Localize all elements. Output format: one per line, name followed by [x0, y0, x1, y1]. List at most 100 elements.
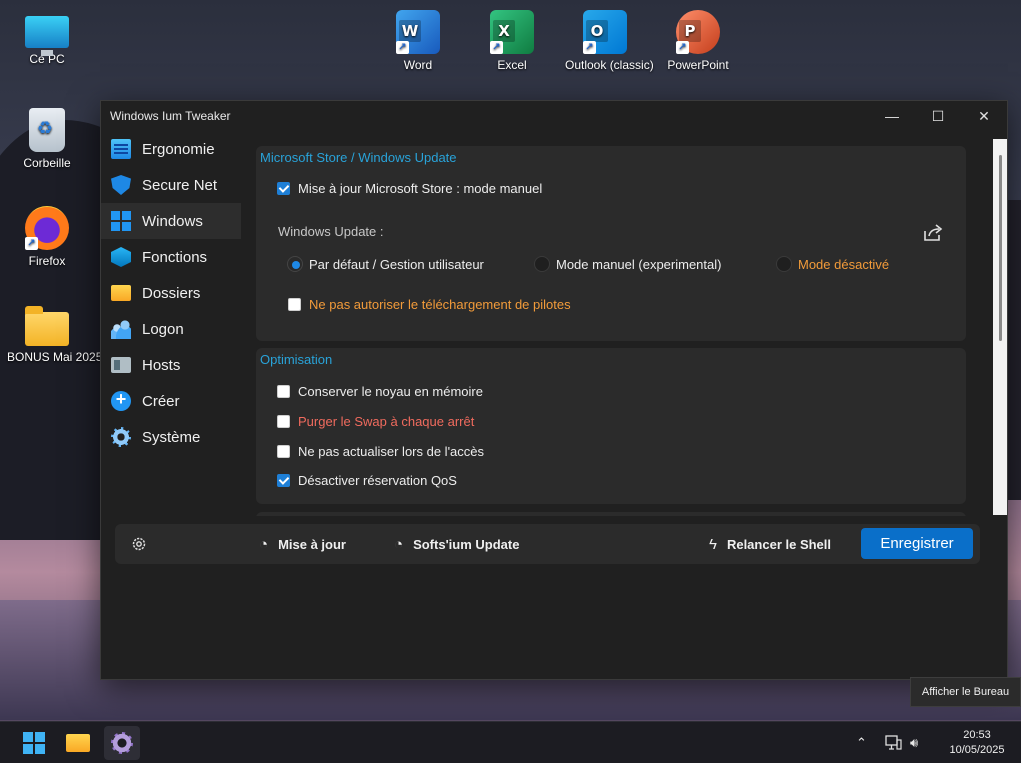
wu-option-default[interactable]: Par défaut / Gestion utilisateur	[287, 256, 484, 272]
section-title: Microsoft Store / Windows Update	[260, 150, 457, 165]
network-button[interactable]	[884, 722, 902, 763]
taskbar: ⌃ 🔊︎ 20:53 10/05/2025	[0, 721, 1021, 763]
store-manual-option[interactable]: Mise à jour Microsoft Store : mode manue…	[277, 181, 542, 196]
recycle-bin-icon: ♻	[29, 108, 65, 152]
windows-update-label: Windows Update :	[278, 224, 384, 239]
excel-icon: X ↗	[490, 10, 534, 54]
powerpoint-icon: P ↗	[676, 10, 720, 54]
desktop-icon-ce-pc[interactable]: Ce PC	[7, 10, 87, 66]
sidebar-item-label: Ergonomie	[142, 140, 215, 158]
sidebar-item-dossiers[interactable]: Dossiers	[101, 275, 241, 311]
desktop-icon-label: Corbeille	[23, 156, 71, 170]
minimize-button[interactable]: —	[869, 101, 915, 131]
maximize-button[interactable]: ☐	[915, 101, 961, 131]
clock-time: 20:53	[963, 729, 991, 741]
clock-date: 10/05/2025	[949, 744, 1005, 756]
desktop-icon-excel[interactable]: X ↗ Excel	[472, 10, 552, 72]
desktop-icon-bonus-folder[interactable]: BONUS Mai 2025	[7, 304, 102, 364]
desktop-icon-firefox[interactable]: ↗ Firefox	[7, 206, 87, 268]
wu-option-disabled[interactable]: Mode désactivé	[776, 256, 889, 272]
option-label: Purger le Swap à chaque arrêt	[298, 414, 475, 429]
ergonomie-icon	[111, 139, 131, 159]
optimisation-panel: Optimisation Conserver le noyau en mémoi…	[256, 348, 966, 504]
settings-content: Microsoft Store / Windows Update Mise à …	[256, 146, 966, 516]
sidebar-item-label: Fonctions	[142, 248, 208, 266]
volume-button[interactable]: 🔊︎	[910, 722, 918, 763]
update-clock-icon: ◔	[259, 535, 269, 553]
option-label: Mode désactivé	[798, 256, 890, 272]
window-title: Windows Ium Tweaker	[110, 109, 231, 123]
desktop-icon-powerpoint[interactable]: P ↗ PowerPoint	[658, 10, 738, 72]
keep-kernel-checkbox[interactable]	[277, 385, 290, 398]
option-label: Mode manuel (experimental)	[556, 256, 722, 272]
keep-kernel-option[interactable]: Conserver le noyau en mémoire	[277, 384, 483, 399]
desktop-icon-outlook[interactable]: O ↗ Outlook (classic)	[565, 10, 654, 72]
save-button[interactable]: Enregistrer	[861, 528, 973, 559]
option-label: Conserver le noyau en mémoire	[298, 384, 483, 399]
action-footer: ◔ Mise à jour ◔ Softs'ium Update ϟ Relan…	[115, 524, 980, 564]
no-drivers-option[interactable]: Ne pas autoriser le téléchargement de pi…	[288, 297, 571, 312]
sidebar-item-logon[interactable]: Logon	[101, 311, 241, 347]
taskbar-clock[interactable]: 20:53 10/05/2025	[942, 728, 1012, 758]
sidebar-item-ergonomie[interactable]: Ergonomie	[101, 131, 241, 167]
folder-icon	[66, 734, 90, 752]
folder-icon	[25, 306, 69, 346]
show-hidden-icons-button[interactable]: ⌃	[856, 722, 867, 763]
option-label: Par défaut / Gestion utilisateur	[309, 256, 484, 272]
sidebar-item-fonctions[interactable]: Fonctions	[101, 239, 241, 275]
close-button[interactable]: ✕	[961, 101, 1007, 131]
option-label: Ne pas actualiser lors de l'accès	[298, 444, 485, 459]
desktop-icon-word[interactable]: W ↗ Word	[378, 10, 458, 72]
option-label: Désactiver réservation QoS	[298, 473, 457, 488]
no-access-update-checkbox[interactable]	[277, 445, 290, 458]
update-clock-icon: ◔	[394, 535, 404, 553]
scrollbar-thumb[interactable]	[999, 155, 1002, 341]
disable-qos-option[interactable]: Désactiver réservation QoS	[277, 473, 457, 488]
next-panel-partial	[256, 512, 966, 516]
sidebar-item-label: Secure Net	[142, 176, 218, 194]
restart-shell-label: Relancer le Shell	[726, 536, 832, 552]
tweaker-window: Windows Ium Tweaker — ☐ ✕ Ergonomie Secu…	[100, 100, 1008, 680]
section-title: Optimisation	[260, 352, 333, 367]
sidebar-item-label: Créer	[142, 392, 180, 410]
sidebar-item-hosts[interactable]: Hosts	[101, 347, 241, 383]
window-titlebar[interactable]: Windows Ium Tweaker — ☐ ✕	[101, 101, 1007, 131]
firefox-icon: ↗	[25, 206, 69, 250]
no-access-update-option[interactable]: Ne pas actualiser lors de l'accès	[277, 444, 484, 459]
wu-radio-disabled[interactable]	[776, 256, 792, 272]
plus-circle-icon	[111, 389, 131, 411]
chevron-up-icon: ⌃	[856, 735, 867, 751]
taskbar-tweaker-app[interactable]	[104, 726, 140, 760]
sidebar-item-label: Windows	[142, 212, 203, 230]
windows-logo-icon	[111, 211, 131, 231]
folder-icon	[111, 285, 131, 301]
share-icon[interactable]	[922, 223, 944, 243]
gear-icon	[132, 537, 146, 551]
wu-radio-default[interactable]	[287, 256, 303, 272]
gear-icon	[111, 732, 133, 754]
wu-radio-manual[interactable]	[534, 256, 550, 272]
sidebar-item-windows[interactable]: Windows	[101, 203, 241, 239]
content-scrollbar[interactable]	[993, 139, 1007, 515]
update-label: Mise à jour	[278, 536, 346, 552]
store-manual-checkbox[interactable]	[277, 182, 290, 195]
softs-update-label: Softs'ium Update	[413, 536, 520, 552]
sidebar-item-systeme[interactable]: Système	[101, 419, 241, 455]
restart-shell-button[interactable]: ϟ Relancer le Shell	[709, 529, 831, 559]
desktop-icon-label: Firefox	[28, 254, 66, 268]
wu-option-manual[interactable]: Mode manuel (experimental)	[534, 256, 721, 272]
purge-swap-option[interactable]: Purger le Swap à chaque arrêt	[277, 414, 474, 429]
purge-swap-checkbox[interactable]	[277, 415, 290, 428]
sidebar-item-creer[interactable]: Créer	[101, 383, 241, 419]
gear-icon	[111, 427, 131, 447]
settings-button[interactable]	[130, 529, 148, 559]
network-icon	[885, 735, 902, 750]
disable-qos-checkbox[interactable]	[277, 474, 290, 487]
no-drivers-checkbox[interactable]	[288, 298, 301, 311]
update-button[interactable]: ◔ Mise à jour	[259, 529, 346, 559]
softs-update-button[interactable]: ◔ Softs'ium Update	[394, 529, 519, 559]
taskbar-file-explorer[interactable]	[60, 726, 96, 760]
sidebar-item-secure-net[interactable]: Secure Net	[101, 167, 241, 203]
start-button[interactable]	[16, 726, 52, 760]
desktop-icon-corbeille[interactable]: ♻ Corbeille	[7, 108, 87, 170]
